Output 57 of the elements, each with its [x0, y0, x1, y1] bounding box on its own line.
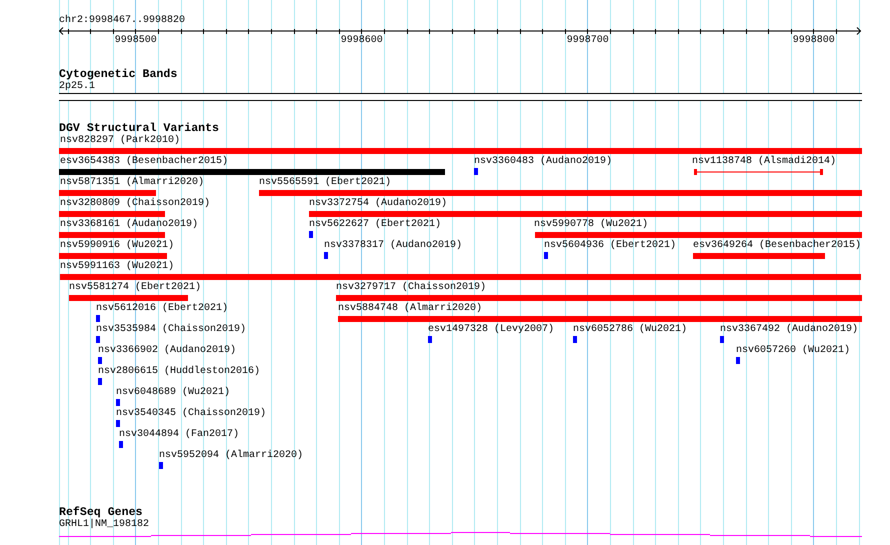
feature-label: nsv3378317 (Audano2019) [324, 240, 462, 252]
feature-label: nsv6052786 (Wu2021) [573, 324, 688, 336]
feature-marker [736, 357, 740, 364]
feature-label: nsv6057260 (Wu2021) [736, 345, 850, 357]
feature-marker [720, 336, 724, 343]
feature-label: nsv5991163 (Wu2021) [60, 261, 174, 273]
feature-marker [116, 399, 120, 406]
feature-marker [116, 420, 120, 427]
feature-marker [324, 252, 328, 259]
feature-label: nsv828297 (Park2010) [60, 135, 180, 147]
feature-label: nsv5604936 (Ebert2021) [544, 240, 676, 252]
feature-label: nsv3366902 (Audano2019) [98, 345, 236, 357]
feature-marker [119, 441, 123, 448]
feature-marker [474, 168, 478, 175]
feature-marker [573, 336, 577, 343]
feature-marker [309, 231, 313, 238]
feature-label: nsv3280809 (Chaisson2019) [60, 198, 210, 210]
feature-label: nsv5565591 (Ebert2021) [259, 177, 392, 189]
feature-marker [96, 315, 100, 322]
feature-label: nsv2806615 (Huddleston2016) [98, 366, 260, 378]
feature-label: nsv5990778 (Wu2021) [534, 219, 648, 231]
location-label: chr2:9998467..9998820 [59, 15, 186, 27]
track-title: DGV Structural Variants [59, 122, 220, 135]
feature-label: nsv3044894 (Fan2017) [119, 429, 240, 441]
feature-marker [428, 336, 432, 343]
feature-label: nsv1138748 (Alsmadi2014) [692, 156, 836, 168]
feature-label: nsv5952094 (Almarri2020) [159, 450, 304, 462]
feature-marker [96, 336, 100, 343]
feature-label: nsv5871351 (Almarri2020) [60, 177, 204, 189]
feature-label: nsv5622627 (Ebert2021) [309, 219, 442, 231]
feature-marker [98, 357, 102, 364]
feature-label: nsv5612016 (Ebert2021) [96, 303, 228, 315]
feature-label: nsv6048689 (Wu2021) [116, 387, 230, 399]
tick-label: 9998600 [340, 35, 383, 47]
feature-label: nsv5884748 (Almarri2020) [338, 303, 482, 315]
track-title: Cytogenetic Bands [59, 68, 178, 81]
feature-marker [544, 252, 548, 259]
gene-label: GRHL1|NM_198182 [59, 519, 150, 531]
feature-label: nsv5581274 (Ebert2021) [69, 282, 202, 294]
feature-label: nsv3368161 (Audano2019) [60, 219, 198, 231]
feature-label: nsv3279717 (Chaisson2019) [336, 282, 486, 294]
feature-label: esv1497328 (Levy2007) [428, 324, 554, 336]
feature-marker [98, 378, 102, 385]
feature-label: nsv3540345 (Chaisson2019) [116, 408, 266, 420]
feature-marker [159, 462, 163, 469]
track-title: RefSeq Genes [59, 506, 142, 519]
feature-label: nsv3535984 (Chaisson2019) [96, 324, 246, 336]
band-label: 2p25.1 [59, 81, 96, 93]
feature-label: nsv3360483 (Audano2019) [474, 156, 612, 168]
tick-label: 9998700 [566, 35, 609, 47]
feature-label: nsv3367492 (Audano2019) [720, 324, 858, 336]
tick-label: 9998500 [114, 35, 157, 47]
feature-label: nsv5990916 (Wu2021) [60, 240, 174, 252]
tick-label: 9998800 [792, 35, 835, 47]
feature-label: esv3654383 (Besenbacher2015) [60, 156, 228, 168]
feature-label: nsv3372754 (Audano2019) [309, 198, 448, 210]
feature-label: esv3649264 (Besenbacher2015) [693, 240, 862, 252]
